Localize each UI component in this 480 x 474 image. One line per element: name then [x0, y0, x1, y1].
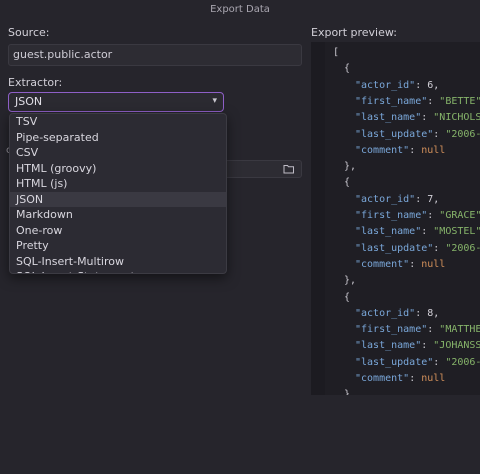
json-key: "last_update"	[355, 242, 434, 254]
source-label: Source:	[8, 26, 50, 39]
code-line: "actor_id": 8,	[355, 307, 440, 319]
folder-icon[interactable]	[283, 164, 295, 174]
json-value: "MOSTEL"	[433, 226, 480, 238]
extractor-option[interactable]: Markdown	[10, 207, 226, 223]
extractor-option[interactable]: HTML (js)	[10, 176, 226, 192]
code-line: "last_name": "MOSTEL"	[355, 226, 480, 238]
json-key: "actor_id"	[355, 307, 416, 319]
extractor-select[interactable]: JSON ▾	[8, 92, 224, 112]
code-line: "first_name": "MATTHEW"	[355, 322, 480, 338]
json-key: "first_name"	[355, 95, 428, 107]
extractor-option[interactable]: HTML (groovy)	[10, 161, 226, 177]
export-preview[interactable]: [ { "actor_id": 6, "first_name": "BETTE" "la…	[311, 42, 480, 395]
code-line: {	[344, 291, 351, 303]
code-line: "last_update": "2006-02-15"	[355, 355, 480, 371]
code-line: "last_update": "2006-02-15"	[355, 127, 480, 143]
code-line: },	[344, 275, 357, 287]
extractor-option[interactable]: TSV	[10, 114, 226, 130]
preview-label: Export preview:	[311, 26, 397, 39]
extractor-dropdown[interactable]: TSV Pipe-separated CSV HTML (groovy) HTML (j…	[9, 113, 227, 274]
json-key: "first_name"	[355, 324, 428, 336]
code-line: "first_name": "GRACE"	[355, 210, 480, 221]
code-line: "comment": null	[355, 258, 446, 270]
json-value: null	[421, 373, 446, 384]
code-line: "comment": null	[355, 144, 446, 156]
chevron-down-icon: ▾	[212, 96, 217, 106]
extractor-option[interactable]: CSV	[10, 145, 226, 161]
json-key: "last_update"	[355, 356, 434, 368]
json-value: "NICHOLSON"	[433, 112, 480, 124]
extractor-option[interactable]: One-row	[10, 223, 226, 239]
json-value: 8,	[427, 307, 440, 319]
code-line: "last_update": "2006-02-15"	[355, 241, 480, 257]
json-value: "2006-02-15"	[445, 128, 480, 140]
json-key: "first_name"	[355, 210, 428, 221]
extractor-option[interactable]: Pretty	[10, 238, 226, 254]
json-key: "actor_id"	[355, 79, 416, 91]
json-value: null	[421, 144, 446, 156]
code-line: "actor_id": 6,	[355, 79, 440, 91]
json-key: "comment"	[355, 258, 410, 270]
code-line: "comment": null	[355, 373, 446, 384]
code-line: "last_name": "JOHANSSON"	[355, 338, 480, 354]
code-line: "actor_id": 7,	[355, 193, 440, 205]
output-path-field[interactable]	[224, 160, 302, 178]
code-line: {	[344, 177, 351, 189]
json-value: null	[421, 258, 446, 270]
json-key: "comment"	[355, 144, 410, 156]
preview-gutter	[311, 42, 325, 395]
json-value: "2006-02-15"	[445, 242, 480, 254]
extractor-option[interactable]: Pipe-separated	[10, 130, 226, 146]
extractor-selected-value: JSON	[15, 95, 43, 108]
json-key: "last_name"	[355, 226, 422, 238]
json-key: "last_update"	[355, 128, 434, 140]
code-line: }	[344, 389, 351, 395]
json-value: 6,	[427, 79, 440, 91]
json-key: "last_name"	[355, 112, 422, 124]
extractor-label: Extractor:	[8, 76, 63, 89]
window-title: Export Data	[210, 4, 270, 15]
json-value: "BETTE"	[439, 95, 480, 107]
code-line: "last_name": "NICHOLSON"	[355, 110, 480, 126]
json-value: "MATTHEW"	[439, 324, 480, 336]
json-key: "comment"	[355, 373, 410, 384]
json-value: "GRACE"	[439, 210, 480, 221]
json-key: "actor_id"	[355, 193, 416, 205]
code-line: },	[344, 161, 357, 173]
source-field[interactable]: guest.public.actor	[8, 44, 302, 66]
json-key: "last_name"	[355, 340, 422, 352]
extractor-option[interactable]: JSON	[10, 191, 226, 207]
code-line: "first_name": "BETTE"	[355, 95, 480, 107]
json-value: "2006-02-15"	[445, 356, 480, 368]
extractor-option[interactable]: SQL-Insert-Statements	[10, 269, 226, 273]
code-line: [	[333, 47, 340, 58]
json-value: 7,	[427, 193, 440, 205]
json-value: "JOHANSSON"	[433, 340, 480, 352]
code-line: {	[344, 63, 351, 75]
extractor-option[interactable]: SQL-Insert-Multirow	[10, 254, 226, 270]
